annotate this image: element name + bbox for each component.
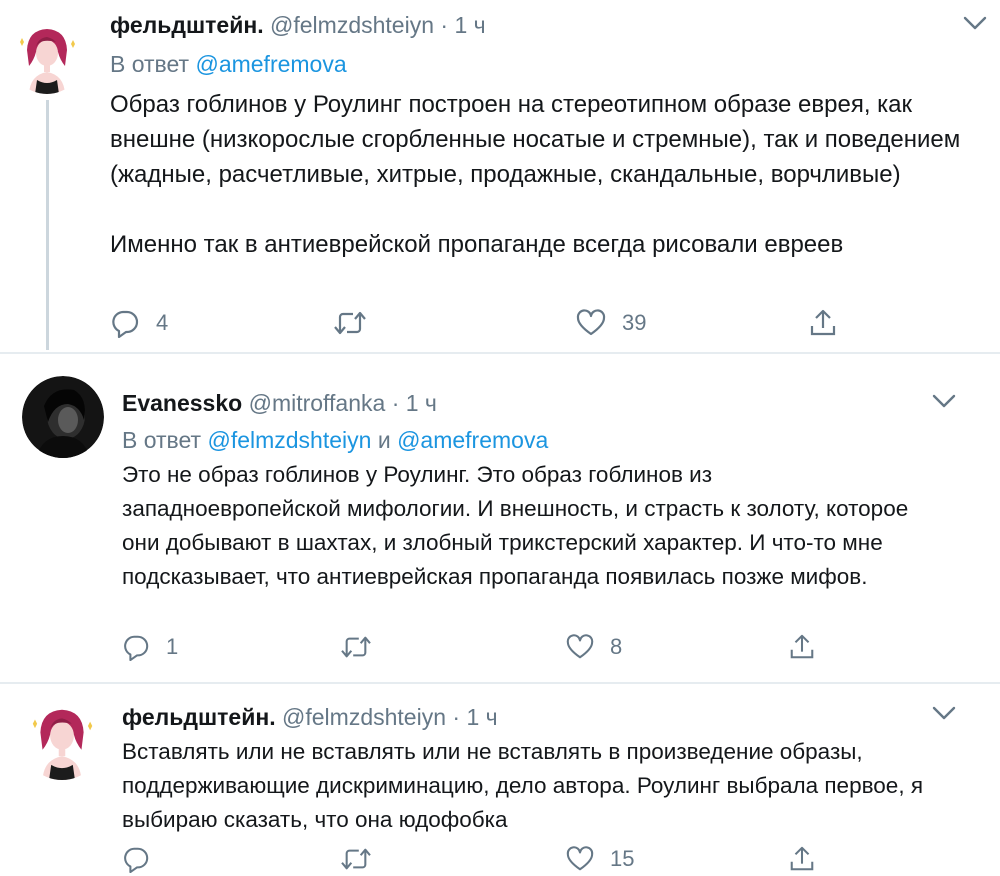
reply-count: 1	[166, 634, 179, 659]
like-button[interactable]: 39	[576, 306, 646, 340]
retweet-icon	[341, 848, 371, 870]
author-handle[interactable]: @felmzdshteiyn	[282, 704, 446, 730]
tweet-text: Образ гоблинов у Роулинг построен на сте…	[110, 87, 990, 262]
reply-context: В ответ @amefremova	[110, 51, 347, 78]
tweet-paragraph: Образ гоблинов у Роулинг построен на сте…	[110, 91, 961, 188]
reply-button[interactable]	[122, 842, 166, 876]
heart-icon	[566, 634, 594, 659]
reply-count: 4	[156, 310, 169, 335]
tweet-text: Вставлять или не вставлять или не вставл…	[122, 735, 932, 837]
share-button[interactable]	[808, 306, 838, 340]
mention-link[interactable]: @felmzdshteiyn	[207, 427, 371, 453]
author-handle[interactable]: @felmzdshteiyn	[270, 12, 434, 38]
reply-button[interactable]: 4	[110, 306, 168, 340]
like-count: 8	[610, 634, 623, 659]
timestamp[interactable]: 1 ч	[466, 704, 497, 730]
tweet-2[interactable]: Evanessko @mitroffanka · 1 ч В ответ @fe…	[0, 354, 1000, 694]
tweet-text: Это не образ гоблинов у Роулинг. Это обр…	[122, 458, 932, 594]
avatar[interactable]	[10, 20, 84, 94]
separator-dot: ·	[440, 12, 449, 38]
chevron-down-icon[interactable]	[931, 704, 957, 722]
author-name[interactable]: фельдштейн.	[122, 704, 276, 730]
retweet-icon	[334, 311, 366, 335]
share-icon	[790, 846, 814, 871]
thread-line	[46, 100, 49, 350]
reply-icon	[124, 635, 149, 661]
reply-joiner: и	[377, 427, 391, 453]
heart-icon	[576, 309, 606, 336]
share-button[interactable]	[788, 842, 816, 876]
share-icon	[790, 634, 814, 659]
tweet-3[interactable]: фельдштейн. @felmzdshteiyn · 1 ч Вставля…	[0, 684, 1000, 873]
reply-prefix: В ответ	[122, 427, 202, 453]
author-handle[interactable]: @mitroffanka	[249, 390, 386, 416]
avatar[interactable]	[22, 376, 104, 458]
reply-icon	[124, 847, 149, 873]
timestamp[interactable]: 1 ч	[406, 390, 437, 416]
like-button[interactable]: 8	[566, 630, 622, 664]
retweet-button[interactable]	[333, 306, 383, 340]
reply-prefix: В ответ	[110, 51, 190, 77]
retweet-button[interactable]	[340, 630, 388, 664]
author-name[interactable]: Evanessko	[122, 390, 242, 416]
chevron-down-icon[interactable]	[962, 14, 988, 32]
retweet-icon	[341, 636, 371, 658]
reply-icon	[112, 310, 139, 338]
tweet-1[interactable]: фельдштейн. @felmzdshteiyn · 1 ч В ответ…	[0, 0, 1000, 350]
like-count: 39	[622, 310, 647, 335]
reply-context: В ответ @felmzdshteiyn и @amefremova	[122, 427, 548, 454]
tweet-paragraph: Это не образ гоблинов у Роулинг. Это обр…	[122, 462, 909, 589]
share-button[interactable]	[788, 630, 816, 664]
heart-icon	[566, 846, 594, 871]
author-name[interactable]: фельдштейн.	[110, 12, 264, 38]
separator-dot: ·	[391, 390, 400, 416]
mention-link[interactable]: @amefremova	[195, 51, 346, 77]
retweet-button[interactable]	[340, 842, 388, 876]
chevron-down-icon[interactable]	[931, 392, 957, 410]
avatar[interactable]	[22, 700, 102, 780]
separator-dot: ·	[452, 704, 461, 730]
reply-button[interactable]: 1	[122, 630, 178, 664]
tweet-paragraph: Именно так в антиеврейской пропаганде вс…	[110, 231, 844, 258]
like-button[interactable]: 15	[566, 842, 634, 876]
share-icon	[810, 309, 836, 336]
tweet-paragraph: Вставлять или не вставлять или не вставл…	[122, 739, 924, 832]
mention-link[interactable]: @amefremova	[397, 427, 548, 453]
like-count: 15	[610, 846, 635, 871]
timestamp[interactable]: 1 ч	[454, 12, 485, 38]
